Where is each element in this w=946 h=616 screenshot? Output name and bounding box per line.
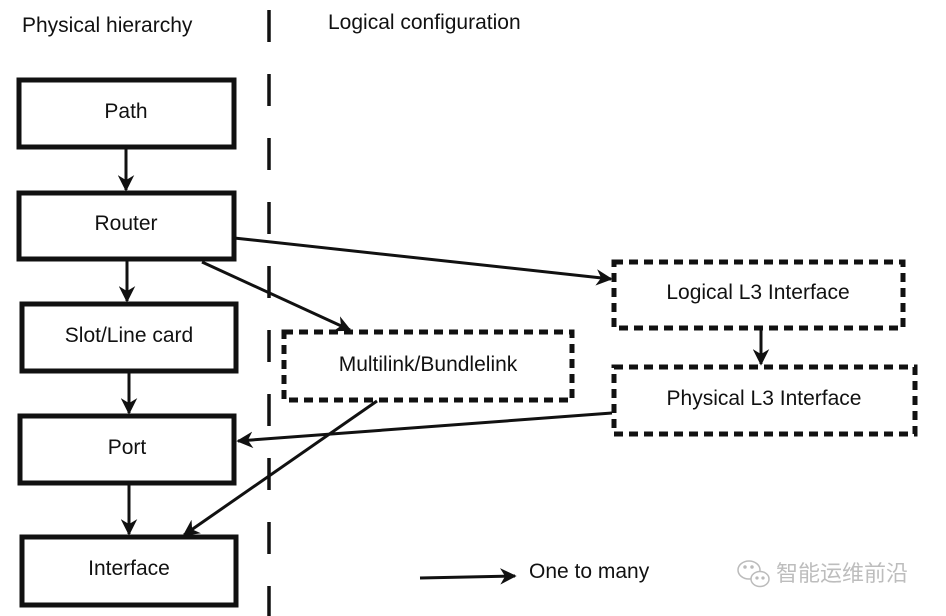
node-interface-label: Interface: [88, 557, 170, 580]
node-multilink[interactable]: Multilink/Bundlelink: [281, 329, 575, 403]
diagram-canvas: Physical hierarchy Logical configuration…: [16, 10, 918, 616]
logical-configuration-heading: Logical configuration: [328, 11, 521, 34]
node-path-label: Path: [104, 100, 147, 123]
node-router[interactable]: Router: [16, 190, 237, 262]
wechat-icon: [737, 560, 770, 588]
arrow-right-icon: [419, 568, 517, 585]
edge-physical-l3-port: [236, 411, 613, 449]
node-port-label: Port: [108, 436, 147, 459]
node-physical-l3-label: Physical L3 Interface: [667, 387, 862, 410]
watermark: 智能运维前沿: [737, 560, 908, 588]
legend-label: One to many: [529, 560, 650, 583]
legend: One to many: [419, 560, 650, 585]
node-logical-l3-interface[interactable]: Logical L3 Interface: [611, 259, 906, 331]
node-slot-label: Slot/Line card: [65, 324, 193, 347]
node-router-label: Router: [94, 212, 157, 235]
node-logical-l3-label: Logical L3 Interface: [666, 281, 849, 304]
physical-hierarchy-heading: Physical hierarchy: [22, 14, 193, 37]
edge-router-logical-l3: [233, 236, 613, 286]
node-interface[interactable]: Interface: [19, 534, 239, 608]
node-slot-line-card[interactable]: Slot/Line card: [19, 301, 239, 374]
watermark-text: 智能运维前沿: [776, 562, 908, 587]
node-physical-l3-interface[interactable]: Physical L3 Interface: [611, 364, 918, 437]
node-path[interactable]: Path: [16, 77, 237, 150]
node-port[interactable]: Port: [17, 413, 237, 486]
node-multilink-label: Multilink/Bundlelink: [339, 353, 518, 376]
